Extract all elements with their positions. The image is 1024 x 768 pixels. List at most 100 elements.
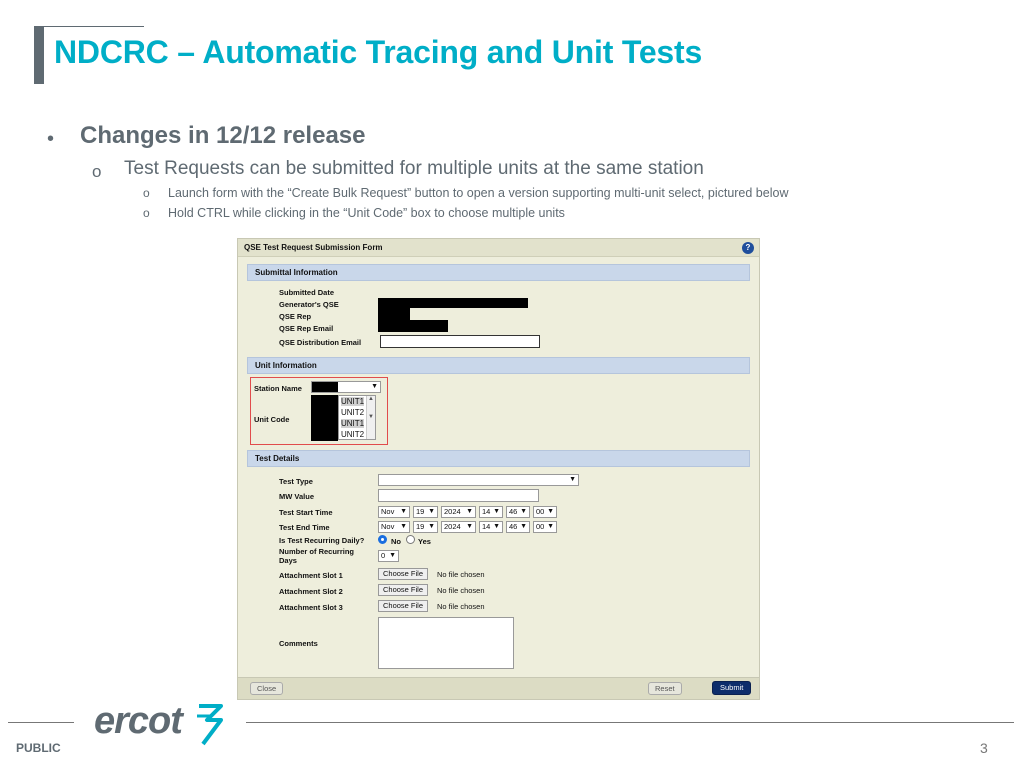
choose-file-button-1[interactable]: Choose File [378,568,429,580]
label-attachment-slot-1: Attachment Slot 1 [279,571,343,580]
ercot-logo: ercot [94,700,183,742]
list-item[interactable]: UNIT2 [341,430,364,439]
label-test-start-time: Test Start Time [279,508,333,517]
list-item[interactable]: UNIT2 [341,408,364,417]
label-comments: Comments [279,639,318,648]
end-day-select[interactable]: 19 ▼ [413,521,438,533]
start-hour-select[interactable]: 14 ▼ [479,506,503,518]
label-qse-distribution-email: QSE Distribution Email [279,338,362,347]
form-footer: Close Reset Submit [238,677,759,699]
bullet-level2: Test Requests can be submitted for multi… [124,158,704,179]
select-value: Nov [381,507,395,516]
redacted-block [311,395,338,441]
select-value: 19 [416,507,425,516]
redacted-block [378,298,528,308]
label-station-name: Station Name [254,384,302,393]
station-name-select[interactable]: ▼ [311,381,381,393]
section-title: Unit Information [255,361,317,370]
end-year-select[interactable]: 2024 ▼ [441,521,476,533]
start-minute-select[interactable]: 46 ▼ [506,506,530,518]
chevron-down-icon: ▼ [466,508,473,515]
select-value: 46 [509,507,518,516]
redacted-block [378,308,410,320]
label-unit-code: Unit Code [254,415,290,424]
section-unit-information: Unit Information [247,357,750,374]
file-status-3: No file chosen [437,602,485,611]
slide-title: NDCRC – Automatic Tracing and Unit Tests [54,34,703,70]
select-value: 19 [416,522,425,531]
chevron-down-icon: ▼ [493,508,500,515]
label-number-of-recurring-days: Number of Recurring Days [279,547,355,565]
start-second-select[interactable]: 00 ▼ [533,506,557,518]
form-title: QSE Test Request Submission Form [244,243,383,252]
select-value: Nov [381,522,395,531]
section-title: Submittal Information [255,268,338,277]
listbox-scrollbar[interactable]: ▲ ▼ [366,396,375,439]
recurring-no-radio[interactable] [378,535,387,544]
end-hour-select[interactable]: 14 ▼ [479,521,503,533]
recurring-days-select[interactable]: 0 ▼ [378,550,399,562]
page-number: 3 [980,740,988,756]
submit-button[interactable]: Submit [712,681,752,695]
section-submittal-information: Submittal Information [247,264,750,281]
recurring-yes-radio[interactable] [406,535,415,544]
section-title: Test Details [255,454,300,463]
label-test-end-time: Test End Time [279,523,330,532]
select-value: 2024 [444,507,461,516]
select-value: 00 [536,522,545,531]
section-test-details: Test Details [247,450,750,467]
chevron-down-icon: ▼ [428,508,435,515]
chevron-down-icon: ▼ [428,523,435,530]
footer-divider [246,722,1014,723]
label-attachment-slot-3: Attachment Slot 3 [279,603,343,612]
label-qse-rep-email: QSE Rep Email [279,324,334,333]
select-value: 00 [536,507,545,516]
close-button[interactable]: Close [250,682,284,695]
chevron-down-icon: ▼ [466,523,473,530]
start-year-select[interactable]: 2024 ▼ [441,506,476,518]
reset-button[interactable]: Reset [648,682,682,695]
chevron-down-icon: ▼ [547,523,554,530]
mw-value-field[interactable] [378,489,539,502]
file-status-1: No file chosen [437,570,485,579]
chevron-down-icon: ▼ [389,552,396,559]
end-month-select[interactable]: Nov ▼ [378,521,410,533]
select-value: 0 [381,551,386,560]
test-request-form: QSE Test Request Submission Form ? Submi… [237,238,760,700]
recurring-no-label: No [391,537,401,546]
bullet-level1: Changes in 12/12 release [80,122,366,149]
select-value: 14 [482,507,491,516]
label-mw-value: MW Value [279,492,315,501]
list-item[interactable]: UNIT1 [341,419,365,428]
choose-file-button-3[interactable]: Choose File [378,600,429,612]
label-submitted-date: Submitted Date [279,288,335,297]
end-second-select[interactable]: 00 ▼ [533,521,557,533]
comments-textarea[interactable] [378,617,514,669]
select-value: 46 [509,522,518,531]
start-month-select[interactable]: Nov ▼ [378,506,410,518]
choose-file-button-2[interactable]: Choose File [378,584,429,596]
list-item[interactable]: UNIT1 [341,397,365,406]
form-header: QSE Test Request Submission Form ? [238,239,759,257]
redacted-block [312,382,338,392]
unit-code-listbox[interactable]: UNIT1 UNIT2 UNIT1 UNIT2 ▲ ▼ [338,395,376,440]
label-test-type: Test Type [279,477,313,486]
public-label: PUBLIC [16,741,61,755]
bullet-circle-icon: o [143,186,150,200]
qse-distribution-email-field[interactable] [380,335,540,348]
select-value: 14 [482,522,491,531]
label-qse-rep: QSE Rep [279,312,312,321]
select-value: 2024 [444,522,461,531]
bullet-circle-icon: o [92,162,102,181]
help-icon[interactable]: ? [742,242,754,254]
bullet-dot-icon: • [47,128,55,150]
bullet-level3-1: Launch form with the “Create Bulk Reques… [168,186,789,200]
start-day-select[interactable]: 19 ▼ [413,506,438,518]
title-accent-bar [34,26,44,84]
title-accent-line [44,26,144,27]
ercot-bolt-icon [197,704,223,746]
chevron-down-icon: ▼ [400,523,407,530]
redacted-block [378,320,448,332]
test-type-select[interactable]: ▼ [378,474,579,486]
end-minute-select[interactable]: 46 ▼ [506,521,530,533]
